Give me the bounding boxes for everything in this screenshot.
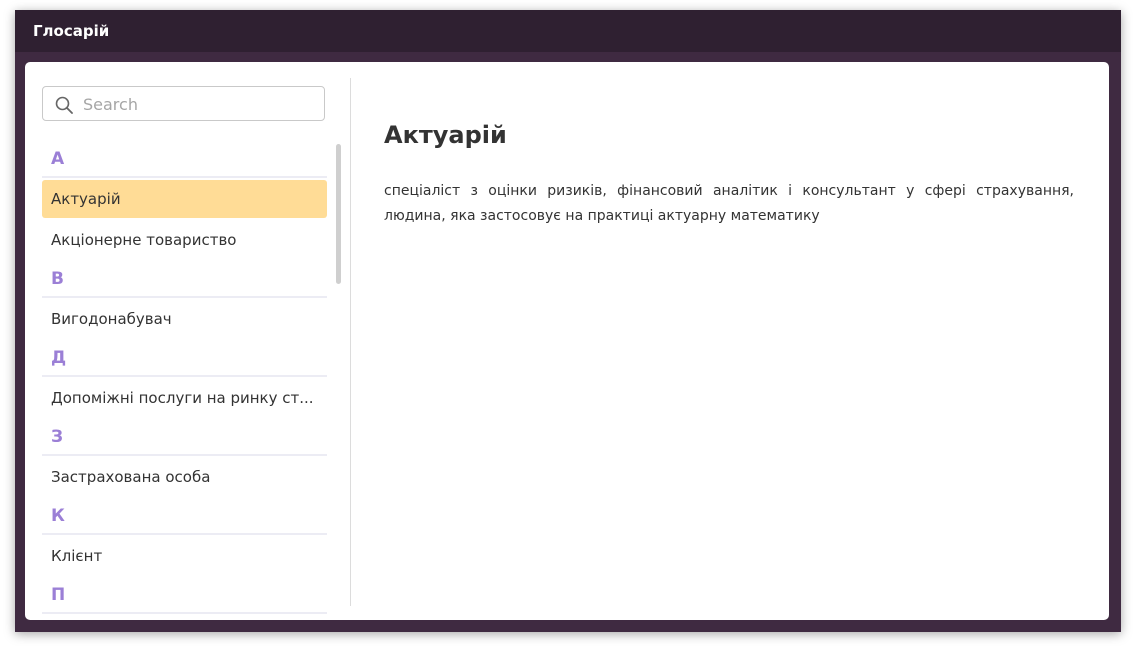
letter-heading: Д xyxy=(42,341,327,377)
term-list-item[interactable]: Вигодонабувач xyxy=(42,300,327,338)
letter-heading: З xyxy=(42,420,327,456)
letter-heading: В xyxy=(42,262,327,298)
search-box[interactable] xyxy=(42,86,325,121)
search-input[interactable] xyxy=(83,93,313,115)
pane-divider xyxy=(350,78,351,606)
sidebar: ААктуарійАкціонерне товариствоВВигодонаб… xyxy=(25,62,350,620)
term-definition: спеціаліст з оцінки ризиків, фінансовий … xyxy=(384,183,1074,224)
term-list-item[interactable]: Акціонерне товариство xyxy=(42,221,327,259)
term-list-item[interactable]: Застрахована особа xyxy=(42,458,327,496)
glossary-window: Глосарій ААктуарійАкціонерне товариствоВ… xyxy=(15,10,1121,632)
glossary-panel: ААктуарійАкціонерне товариствоВВигодонаб… xyxy=(25,62,1109,620)
search-icon xyxy=(55,96,73,114)
letter-heading: П xyxy=(42,578,327,614)
letter-heading: А xyxy=(42,142,327,178)
term-list-item[interactable]: Клієнт xyxy=(42,537,327,575)
window-title: Глосарій xyxy=(33,22,110,40)
term-list-item[interactable]: Допоміжні послуги на ринку ст... xyxy=(42,379,327,417)
title-bar: Глосарій xyxy=(15,10,1121,52)
term-list-item[interactable]: Актуарій xyxy=(42,180,327,218)
scrollbar-thumb[interactable] xyxy=(336,144,341,284)
term-title: Актуарій xyxy=(384,121,507,149)
letter-heading: К xyxy=(42,499,327,535)
term-list[interactable]: А Актуарій Акціонерне товариство В Вигодонаб… xyxy=(42,142,327,620)
